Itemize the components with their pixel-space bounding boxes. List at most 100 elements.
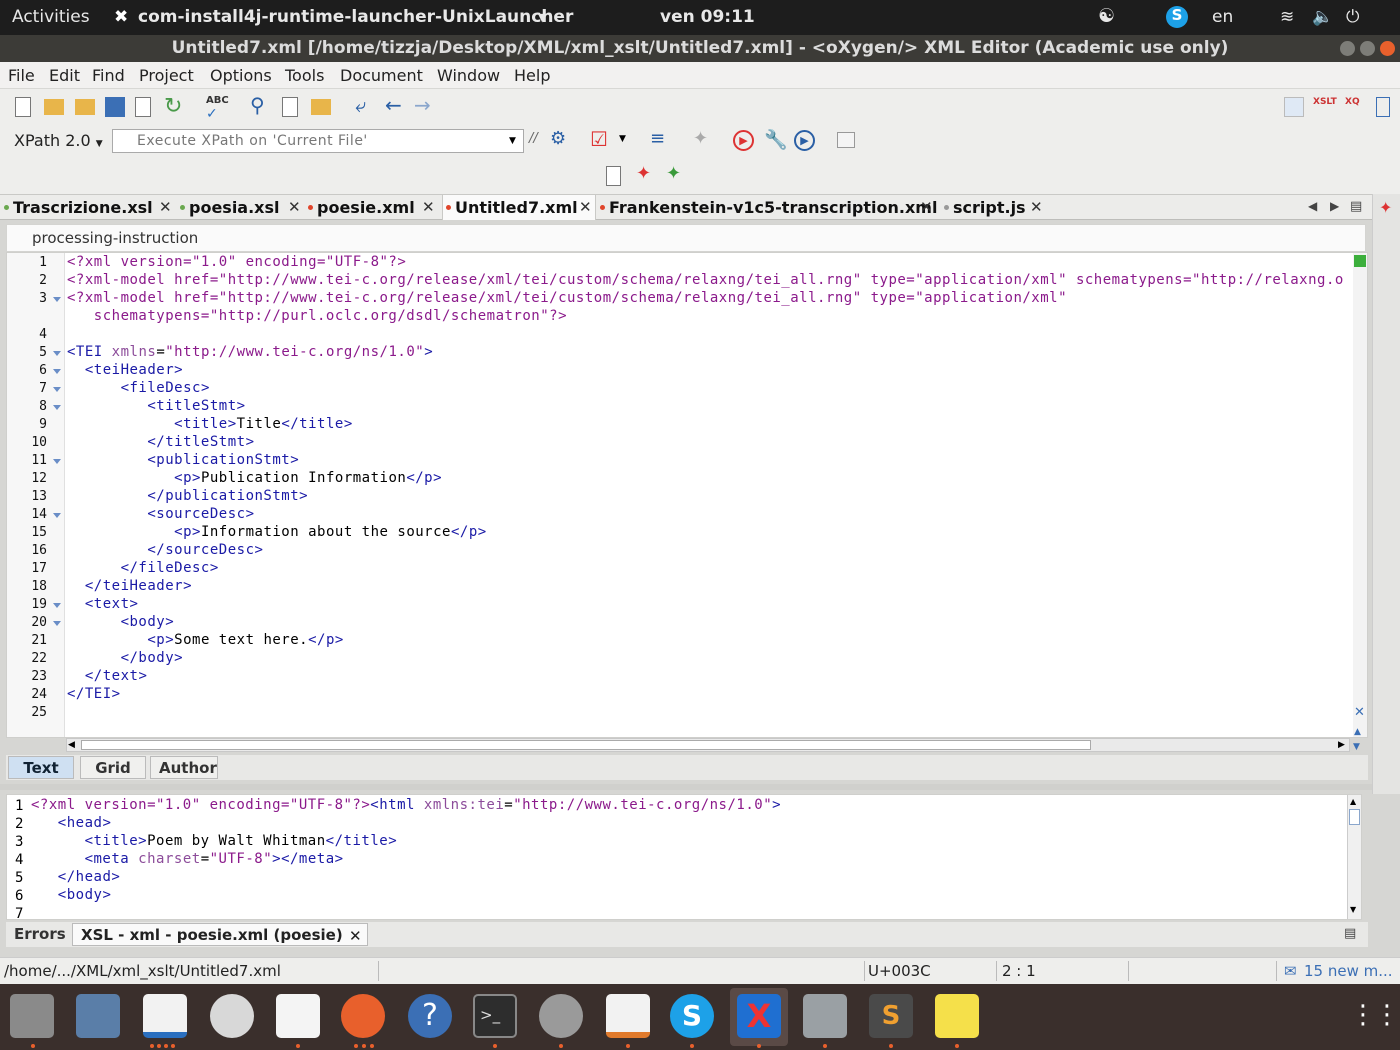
- fold-toggle-icon[interactable]: [53, 603, 61, 608]
- firefox-app-icon[interactable]: [341, 994, 385, 1038]
- close-button[interactable]: [1380, 41, 1395, 56]
- editor-perspective-icon[interactable]: [1284, 97, 1304, 117]
- pin-red-icon[interactable]: ✦: [636, 163, 651, 184]
- show-apps-grid-icon[interactable]: ⋮⋮⋮: [1350, 1000, 1400, 1034]
- code-line[interactable]: <body>: [31, 887, 111, 903]
- fold-toggle-icon[interactable]: [53, 459, 61, 464]
- close-icon[interactable]: ✕: [422, 198, 435, 216]
- volume-icon[interactable]: 🔈: [1312, 7, 1333, 27]
- code-line[interactable]: </head>: [31, 869, 120, 885]
- code-line[interactable]: <TEI xmlns="http://www.tei-c.org/ns/1.0"…: [67, 344, 433, 360]
- menu-tools[interactable]: Tools: [285, 66, 324, 85]
- configure-transform-icon[interactable]: 🔧: [764, 128, 788, 151]
- skype-app-icon[interactable]: S: [670, 994, 714, 1038]
- fold-toggle-icon[interactable]: [53, 351, 61, 356]
- writer-app-icon[interactable]: [143, 994, 187, 1038]
- breadcrumb-item[interactable]: processing-instruction: [32, 229, 198, 247]
- save-icon[interactable]: [105, 97, 125, 117]
- vertical-scrollbar[interactable]: ▲ ▼: [1347, 795, 1361, 919]
- impress-app-icon[interactable]: [606, 994, 650, 1038]
- format-indent-icon[interactable]: ≡: [650, 128, 665, 149]
- code-line[interactable]: <?xml version="1.0" encoding="UTF-8"?><h…: [31, 797, 781, 813]
- forward-arrow-icon[interactable]: →: [414, 93, 431, 117]
- code-line[interactable]: </body>: [67, 650, 183, 666]
- xml-editor[interactable]: 1 2 3 4 5 6 7 8 9 10 11 12 13 14 15 16 17 18 19 20 21 22 23 24 2…: [6, 252, 1368, 738]
- sticky-notes-app-icon[interactable]: [935, 994, 979, 1038]
- tab-xsl-result[interactable]: XSL - xml - poesie.xml (poesie) ✕: [72, 923, 368, 946]
- code-line[interactable]: <teiHeader>: [67, 362, 183, 378]
- pin-green-icon[interactable]: ✦: [666, 163, 681, 184]
- message-icon[interactable]: ✉: [1284, 962, 1297, 980]
- chevron-up-icon[interactable]: ▲: [1354, 727, 1361, 737]
- fold-toggle-icon[interactable]: [53, 297, 61, 302]
- pin-icon[interactable]: ✦: [693, 128, 708, 149]
- menu-options[interactable]: Options: [210, 66, 272, 85]
- tab-poesia-xsl[interactable]: poesia.xsl ✕: [180, 195, 304, 220]
- tab-grid-mode[interactable]: Grid: [80, 756, 146, 779]
- fold-toggle-icon[interactable]: [53, 369, 61, 374]
- fold-toggle-icon[interactable]: [53, 621, 61, 626]
- close-icon[interactable]: ✕: [349, 927, 362, 945]
- panel-splitter[interactable]: [0, 784, 1372, 790]
- chevron-down-icon[interactable]: ▼: [619, 134, 626, 144]
- music-app-icon[interactable]: [210, 994, 254, 1038]
- menu-project[interactable]: Project: [139, 66, 194, 85]
- menu-edit[interactable]: Edit: [49, 66, 80, 85]
- code-line[interactable]: <head>: [31, 815, 111, 831]
- tab-script-js[interactable]: script.js ✕: [944, 195, 1046, 220]
- code-line[interactable]: </publicationStmt>: [67, 488, 308, 504]
- fold-toggle-icon[interactable]: [53, 387, 61, 392]
- close-icon[interactable]: ✕: [579, 198, 592, 216]
- close-icon[interactable]: ✕: [159, 198, 172, 216]
- code-line[interactable]: <publicationStmt>: [67, 452, 299, 468]
- close-icon[interactable]: ✕: [920, 198, 933, 216]
- code-line[interactable]: </fileDesc>: [67, 560, 219, 576]
- validate-icon[interactable]: ☑: [590, 127, 608, 151]
- code-line[interactable]: </sourceDesc>: [67, 542, 263, 558]
- sublime-app-icon[interactable]: S: [869, 994, 913, 1038]
- menu-help[interactable]: Help: [514, 66, 550, 85]
- tab-text-mode[interactable]: Text: [8, 756, 74, 779]
- fold-toggle-icon[interactable]: [53, 405, 61, 410]
- pdf-viewer-app-icon[interactable]: [276, 994, 320, 1038]
- find-in-files-icon[interactable]: [282, 97, 298, 117]
- help-app-icon[interactable]: ?: [408, 994, 452, 1038]
- edit-icon[interactable]: [837, 132, 855, 148]
- fold-toggle-icon[interactable]: [53, 513, 61, 518]
- code-line[interactable]: <text>: [67, 596, 138, 612]
- wifi-icon[interactable]: ≋: [1280, 7, 1294, 27]
- validation-status-icon[interactable]: [1354, 255, 1366, 267]
- close-icon[interactable]: ✕: [1030, 198, 1043, 216]
- open-url-icon[interactable]: [75, 99, 95, 115]
- chevron-down-icon[interactable]: ▼: [1353, 742, 1360, 752]
- scanner-app-icon[interactable]: [803, 994, 847, 1038]
- back-arrow-icon[interactable]: ←: [385, 93, 402, 117]
- skype-tray-icon[interactable]: S: [1166, 6, 1188, 28]
- code-line[interactable]: <sourceDesc>: [67, 506, 255, 522]
- reload-icon[interactable]: ↻: [164, 94, 182, 119]
- code-line[interactable]: </teiHeader>: [67, 578, 192, 594]
- menu-document[interactable]: Document: [340, 66, 423, 85]
- status-messages[interactable]: 15 new m...: [1304, 962, 1393, 980]
- xpath-input[interactable]: Execute XPath on 'Current File': [137, 133, 368, 149]
- settings-app-icon[interactable]: [539, 994, 583, 1038]
- language-indicator[interactable]: en: [1212, 7, 1233, 27]
- chevron-down-icon[interactable]: ▼: [509, 136, 516, 146]
- tab-errors[interactable]: Errors: [8, 923, 72, 946]
- new-file-icon[interactable]: [15, 97, 31, 117]
- maximize-button[interactable]: [1360, 41, 1375, 56]
- tab-frankenstein[interactable]: Frankenstein-v1c5-transcription.xml ✕: [600, 195, 938, 220]
- code-line[interactable]: <title>Poem by Walt Whitman</title>: [31, 833, 397, 849]
- scroll-left-icon[interactable]: ◀: [68, 740, 75, 750]
- xquery-debugger-icon[interactable]: XQ: [1345, 97, 1360, 107]
- code-line[interactable]: <meta charset="UTF-8"></meta>: [31, 851, 344, 867]
- menu-window[interactable]: Window: [437, 66, 500, 85]
- power-icon[interactable]: ⏻: [1346, 7, 1359, 27]
- open-folder-icon[interactable]: [44, 99, 64, 115]
- tab-poesie-xml[interactable]: poesie.xml ✕: [308, 195, 438, 220]
- menu-find[interactable]: Find: [92, 66, 125, 85]
- code-line[interactable]: <p>Information about the source</p>: [67, 524, 487, 540]
- tab-untitled7[interactable]: Untitled7.xml ✕: [442, 195, 596, 220]
- apply-transform-icon[interactable]: ▶: [733, 130, 754, 151]
- close-icon[interactable]: ✕: [1354, 705, 1365, 720]
